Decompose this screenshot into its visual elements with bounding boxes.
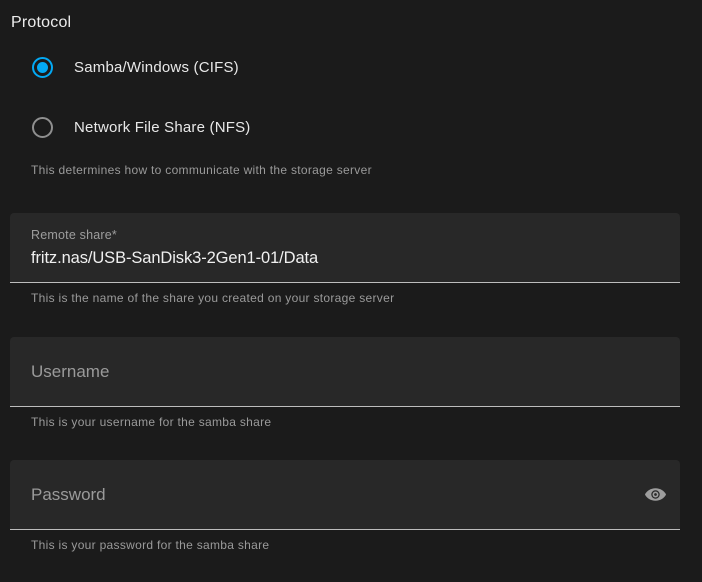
protocol-section-label: Protocol <box>11 14 71 32</box>
password-field[interactable] <box>10 460 680 530</box>
remote-share-input[interactable] <box>31 246 651 270</box>
radio-option-label: Samba/Windows (CIFS) <box>74 59 239 76</box>
password-input[interactable] <box>31 460 611 529</box>
username-input[interactable] <box>31 337 631 406</box>
remote-share-helper-text: This is the name of the share you create… <box>31 291 394 305</box>
radio-unchecked-icon[interactable] <box>32 117 53 138</box>
radio-checked-icon[interactable] <box>32 57 53 78</box>
username-helper-text: This is your username for the samba shar… <box>31 415 271 429</box>
radio-option-cifs[interactable]: Samba/Windows (CIFS) <box>32 57 239 78</box>
eye-icon <box>644 483 667 506</box>
remote-share-field[interactable]: Remote share* <box>10 213 680 283</box>
radio-option-label: Network File Share (NFS) <box>74 119 251 136</box>
toggle-password-visibility-button[interactable] <box>642 482 668 508</box>
protocol-helper-text: This determines how to communicate with … <box>31 163 372 177</box>
remote-share-label: Remote share* <box>31 228 117 242</box>
radio-option-nfs[interactable]: Network File Share (NFS) <box>32 117 251 138</box>
password-helper-text: This is your password for the samba shar… <box>31 538 269 552</box>
storage-config-form: Protocol Samba/Windows (CIFS) Network Fi… <box>0 0 702 582</box>
username-field[interactable] <box>10 337 680 407</box>
